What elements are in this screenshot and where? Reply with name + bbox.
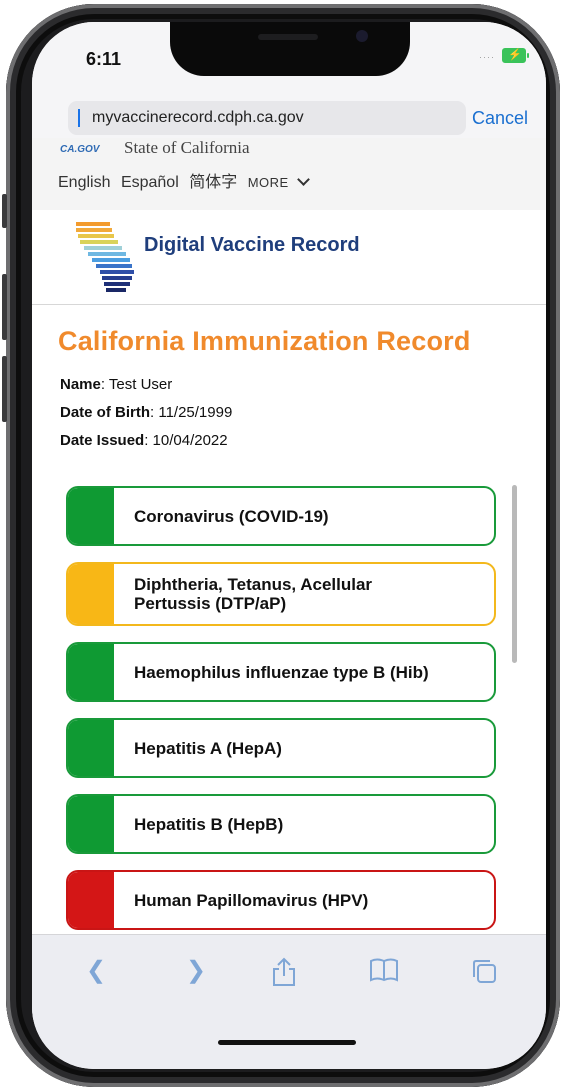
vaccine-label: Coronavirus (COVID-19) (134, 506, 329, 526)
browser-toolbar: ❮ ❯ (32, 934, 546, 1069)
page-title: California Immunization Record (58, 326, 471, 356)
site-title: Digital Vaccine Record (144, 234, 360, 256)
vaccine-item-hepa[interactable]: Hepatitis A (HepA) (66, 718, 496, 778)
notch (170, 22, 410, 76)
scrollbar[interactable] (512, 485, 517, 663)
status-bar (68, 488, 114, 544)
patient-name: Name: Test User (60, 376, 172, 393)
state-header: CA.GOV State of California English Españ… (32, 138, 546, 211)
vaccine-label: Haemophilus influenzae type B (Hib) (134, 662, 429, 682)
language-chinese[interactable]: 简体字 (189, 174, 237, 191)
url-bar[interactable]: myvaccinerecord.cdph.ca.gov (68, 101, 466, 135)
more-label: MORE (247, 175, 289, 190)
battery-icon: ⚡ (502, 48, 529, 63)
name-label: Name (60, 376, 101, 393)
ca-gov-logo[interactable]: CA.GOV (60, 144, 99, 155)
phone-screen: 6:11 ···· ⚡ myvaccinerecord.cdph.ca.gov … (32, 22, 546, 1069)
back-icon[interactable]: ❮ (80, 957, 112, 985)
volume-up-button (2, 274, 7, 340)
status-time: 6:11 (86, 49, 122, 69)
status-bar (68, 564, 114, 624)
vaccine-item-dtp[interactable]: Diphtheria, Tetanus, Acellular Pertussis… (66, 562, 496, 626)
vaccine-list: Coronavirus (COVID-19) Diphtheria, Tetan… (66, 486, 496, 934)
vaccine-label: Hepatitis A (HepA) (134, 738, 282, 758)
vaccine-label: Diphtheria, Tetanus, Acellular Pertussis… (134, 575, 373, 613)
signal-icon: ···· (479, 52, 495, 62)
bookmarks-icon[interactable] (368, 957, 400, 985)
california-logo-icon (76, 222, 134, 292)
state-title: State of California (124, 138, 250, 157)
home-indicator[interactable] (218, 1040, 356, 1045)
date-issued: Date Issued: 10/04/2022 (60, 432, 228, 449)
chevron-down-icon (296, 173, 310, 186)
share-icon[interactable] (268, 957, 300, 986)
patient-dob: Date of Birth: 11/25/1999 (60, 404, 232, 421)
dob-value: : 11/25/1999 (150, 404, 233, 421)
status-bar (68, 872, 114, 928)
vaccine-item-covid[interactable]: Coronavirus (COVID-19) (66, 486, 496, 546)
tabs-icon[interactable] (468, 957, 500, 985)
phone-frame: 6:11 ···· ⚡ myvaccinerecord.cdph.ca.gov … (2, 4, 560, 1087)
language-espanol[interactable]: Español (121, 174, 179, 191)
status-bar (68, 796, 114, 852)
speaker (258, 34, 318, 40)
status-bar (68, 644, 114, 700)
dob-label: Date of Birth (60, 404, 150, 421)
url-text[interactable]: myvaccinerecord.cdph.ca.gov (92, 109, 304, 127)
name-value: : Test User (100, 376, 173, 393)
vaccine-item-hib[interactable]: Haemophilus influenzae type B (Hib) (66, 642, 496, 702)
text-cursor (78, 109, 80, 127)
issued-value: : 10/04/2022 (144, 432, 228, 449)
volume-down-button (2, 356, 7, 422)
language-menu: English Español 简体字 MORE (58, 168, 314, 192)
site-brand: Digital Vaccine Record (32, 210, 546, 305)
vaccine-label: Human Papillomavirus (HPV) (134, 890, 369, 910)
forward-icon[interactable]: ❯ (180, 957, 212, 985)
mute-switch (2, 194, 7, 228)
web-page: CA.GOV State of California English Españ… (32, 138, 546, 934)
vaccine-item-hpv[interactable]: Human Papillomavirus (HPV) (66, 870, 496, 930)
status-bar (68, 720, 114, 776)
cancel-button[interactable]: Cancel (472, 108, 528, 129)
camera (356, 30, 368, 42)
language-more[interactable]: MORE (247, 173, 310, 190)
vaccine-item-hepb[interactable]: Hepatitis B (HepB) (66, 794, 496, 854)
vaccine-label: Hepatitis B (HepB) (134, 814, 284, 834)
language-english[interactable]: English (58, 174, 110, 191)
issued-label: Date Issued (60, 432, 145, 449)
